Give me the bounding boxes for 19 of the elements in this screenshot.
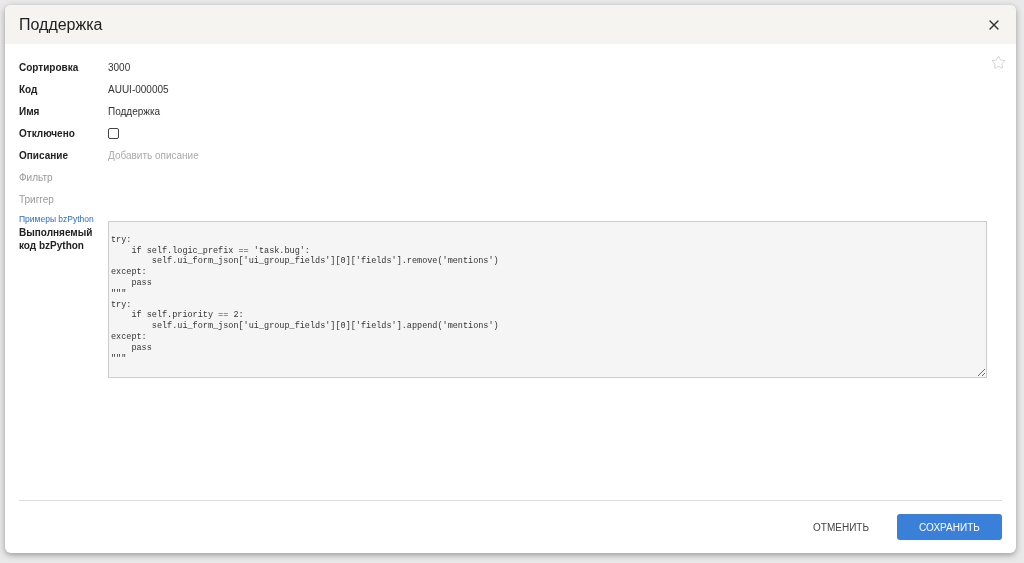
dialog-title: Поддержка	[19, 14, 103, 35]
field-label: Выполняемый код bzPython	[19, 225, 94, 252]
cancel-button[interactable]: ОТМЕНИТЬ	[813, 514, 869, 540]
field-label: Код	[19, 82, 39, 97]
code-editor[interactable]: try: if self.logic_prefix == 'task.bug': self.ui_form_json['ui_group_fields'][0]['fields'].remove('mentions') except: pass """ try: if self.priority == 2: self.ui_form_json['ui_group_fields'][0]['fields'].append('mentions') except: pass """	[108, 221, 987, 378]
checkbox[interactable]	[108, 127, 119, 139]
star-icon[interactable]	[991, 54, 1006, 70]
field-label: Описание	[19, 148, 69, 163]
save-button[interactable]: СОХРАНИТЬ	[897, 514, 1002, 540]
field-label: Фильтр	[19, 170, 54, 185]
field-label: Триггер	[19, 192, 55, 207]
field-value: AUUI-000005	[108, 82, 169, 97]
examples-link[interactable]: Примеры bzPython	[19, 213, 108, 226]
field-label: Отключено	[19, 126, 76, 141]
field-label: Сортировка	[19, 60, 80, 75]
field-label: Имя	[19, 104, 41, 119]
field-value: Поддержка	[108, 104, 161, 119]
description-field[interactable]: Добавить описание	[108, 147, 408, 163]
field-value: 3000	[108, 60, 131, 75]
